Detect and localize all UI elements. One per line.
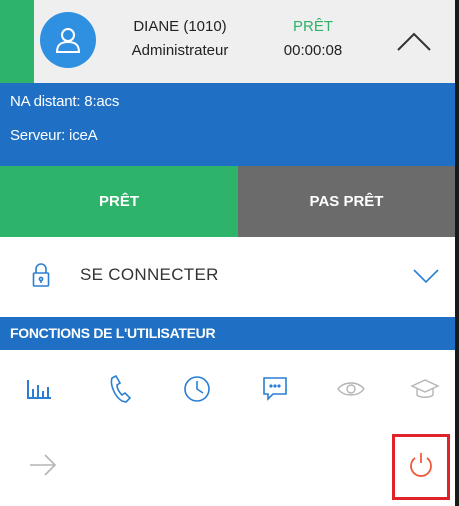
user-role: Administrateur — [131, 42, 229, 59]
user-functions-title: FONCTIONS DE L'UTILISATEUR — [10, 325, 216, 341]
statistics-icon[interactable] — [22, 372, 56, 406]
clock-icon[interactable] — [180, 372, 214, 406]
state-buttons: PRÊT PAS PRÊT — [0, 166, 455, 237]
remote-na-text: NA distant: 8:acs — [10, 93, 120, 110]
logout-highlight[interactable] — [392, 434, 450, 500]
agent-panel: DIANE (1010) Administrateur PRÊT 00:00:0… — [0, 0, 455, 506]
panel-edge — [455, 0, 459, 506]
not-ready-button[interactable]: PAS PRÊT — [238, 166, 455, 237]
chevron-up-icon[interactable] — [392, 26, 436, 56]
user-functions-toolbar — [0, 350, 455, 428]
status-indicator-strip — [0, 0, 34, 83]
chevron-down-icon[interactable] — [412, 267, 440, 285]
connect-label: SE CONNECTER — [80, 265, 219, 284]
user-functions-header: FONCTIONS DE L'UTILISATEUR — [0, 317, 455, 350]
user-name: DIANE (1010) — [133, 18, 227, 35]
graduation-cap-icon — [408, 372, 442, 406]
server-text: Serveur: iceA — [10, 127, 98, 144]
user-icon[interactable] — [40, 12, 96, 68]
lock-icon — [32, 262, 50, 288]
ready-button[interactable]: PRÊT — [0, 166, 238, 237]
bottom-actions — [0, 428, 455, 506]
power-icon[interactable] — [408, 451, 434, 484]
arrow-right-icon[interactable] — [28, 452, 58, 478]
status-timer: 00:00:08 — [283, 42, 343, 59]
chat-icon[interactable] — [258, 372, 292, 406]
connection-info: NA distant: 8:acs Serveur: iceA — [0, 83, 455, 166]
connect-row[interactable]: SE CONNECTER — [0, 237, 455, 317]
agent-status-label: PRÊT — [292, 18, 333, 35]
phone-icon[interactable] — [104, 372, 138, 406]
agent-header: DIANE (1010) Administrateur PRÊT 00:00:0… — [0, 0, 455, 83]
eye-icon — [334, 372, 368, 406]
